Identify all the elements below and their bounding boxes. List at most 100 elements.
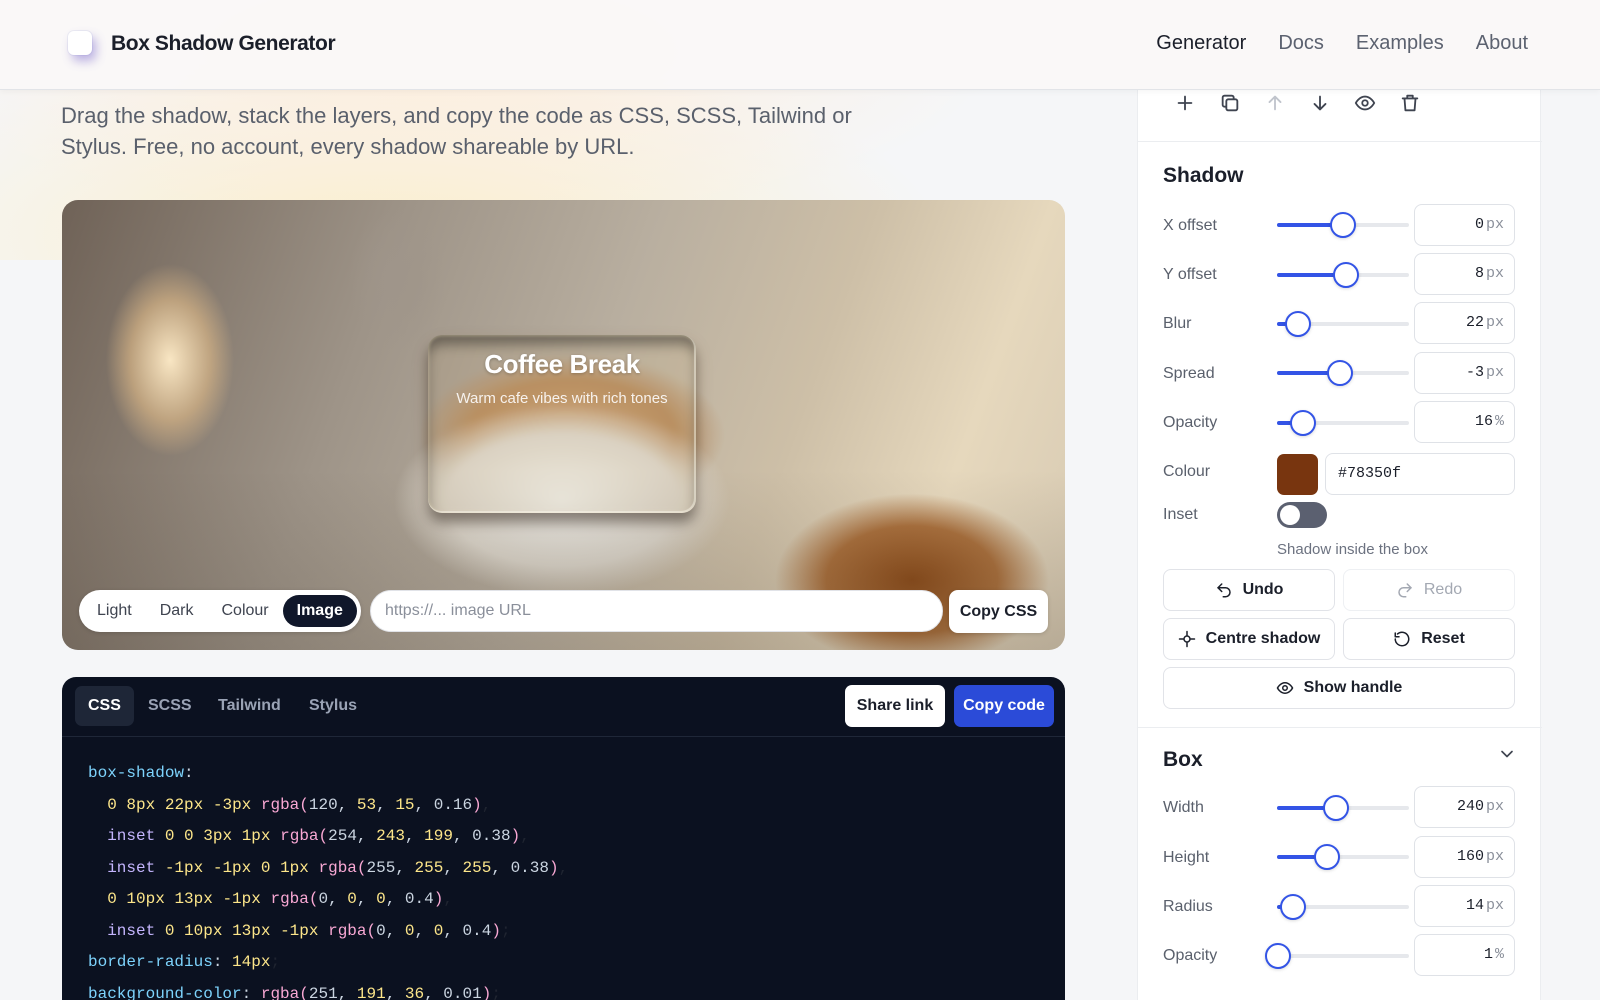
- preview-stage[interactable]: Coffee Break Warm cafe vibes with rich t…: [62, 200, 1065, 650]
- slider-thumb[interactable]: [1327, 360, 1354, 386]
- spread-slider[interactable]: [1277, 360, 1409, 386]
- arrow-up-icon[interactable]: [1264, 92, 1288, 116]
- colour-label: Colour: [1163, 463, 1211, 480]
- y-offset-slider[interactable]: [1277, 262, 1409, 288]
- eye-icon: [1276, 681, 1293, 695]
- slider-thumb[interactable]: [1265, 943, 1292, 969]
- tab-stylus[interactable]: Stylus: [296, 686, 370, 726]
- nav-docs[interactable]: Docs: [1278, 32, 1324, 55]
- width-label: Width: [1163, 799, 1204, 816]
- arrow-down-icon[interactable]: [1309, 92, 1333, 116]
- redo-button[interactable]: Redo: [1343, 569, 1515, 611]
- box-opacity-label: Opacity: [1163, 947, 1218, 964]
- page-tagline: Drag the shadow, stack the layers, and c…: [61, 103, 852, 159]
- tab-tailwind[interactable]: Tailwind: [205, 686, 294, 726]
- width-input[interactable]: 240 px: [1414, 786, 1515, 828]
- blur-slider[interactable]: [1277, 311, 1409, 337]
- width-slider[interactable]: [1277, 795, 1409, 821]
- redo-icon: [1398, 583, 1412, 598]
- crosshair-icon: [1178, 630, 1195, 648]
- colour-swatch[interactable]: [1277, 454, 1318, 495]
- radius-input[interactable]: 14 px: [1414, 885, 1515, 927]
- inset-toggle[interactable]: [1277, 502, 1327, 528]
- shadow-opacity-label: Opacity: [1163, 414, 1218, 431]
- height-label: Height: [1163, 849, 1210, 866]
- settings-panel: Shadow X offset 0 px Y offset 8 px Blur 22…: [1137, 90, 1542, 1000]
- blur-input[interactable]: 22 px: [1414, 302, 1515, 344]
- radius-slider[interactable]: [1277, 894, 1409, 920]
- trash-icon[interactable]: [1399, 92, 1423, 116]
- code-line: inset -1px -1px 0 1px rgba(255, 255, 255…: [107, 858, 569, 877]
- preview-card-title: Coffee Break: [484, 349, 640, 379]
- slider-thumb[interactable]: [1323, 795, 1350, 821]
- bg-mode-image[interactable]: Image: [282, 595, 357, 627]
- undo-label: Undo: [1242, 581, 1284, 598]
- box-opacity-slider[interactable]: [1265, 943, 1409, 969]
- redo-label: Redo: [1423, 581, 1463, 598]
- copy-css-button[interactable]: Copy CSS: [949, 590, 1048, 633]
- height-input[interactable]: 160 px: [1414, 836, 1515, 878]
- reset-icon: [1394, 631, 1410, 647]
- radius-label: Radius: [1163, 898, 1213, 915]
- code-line: 0 10px 13px -1px rgba(0, 0, 0, 0.4),: [107, 890, 453, 908]
- inset-label: Inset: [1163, 506, 1198, 523]
- tab-css[interactable]: CSS: [75, 686, 134, 726]
- bg-mode-dark[interactable]: Dark: [146, 595, 208, 627]
- slider-thumb[interactable]: [1290, 410, 1317, 436]
- shadow-opacity-slider[interactable]: [1277, 410, 1409, 436]
- preview-card-subtitle: Warm cafe vibes with rich tones: [456, 390, 668, 407]
- centre-shadow-label: Centre shadow: [1205, 630, 1321, 647]
- height-slider[interactable]: [1277, 844, 1409, 870]
- centre-shadow-button[interactable]: Centre shadow: [1163, 618, 1335, 660]
- undo-icon: [1216, 583, 1231, 598]
- copy-code-button[interactable]: Copy code: [954, 685, 1054, 727]
- brand-title[interactable]: Box Shadow Generator: [111, 32, 336, 56]
- code-line: border-radius: 14px;: [88, 953, 281, 971]
- slider-thumb[interactable]: [1279, 894, 1306, 920]
- reset-button[interactable]: Reset: [1343, 618, 1515, 660]
- image-url-input[interactable]: [370, 590, 943, 632]
- x-offset-input[interactable]: 0 px: [1414, 204, 1515, 246]
- bg-mode-light[interactable]: Light: [83, 595, 146, 627]
- y-offset-input[interactable]: 8 px: [1414, 253, 1515, 295]
- slider-thumb[interactable]: [1314, 844, 1341, 870]
- shadow-section-title: Shadow: [1163, 164, 1244, 187]
- section-divider: [1138, 727, 1542, 728]
- top-header: Box Shadow Generator Generator Docs Exam…: [0, 0, 1600, 90]
- box-section-title[interactable]: Box: [1163, 748, 1203, 772]
- box-opacity-input[interactable]: 1%: [1414, 934, 1515, 976]
- code-output[interactable]: box-shadow: 0 8px 22px -3px rgba(120, 53…: [62, 737, 1065, 1000]
- x-offset-slider[interactable]: [1277, 212, 1409, 238]
- show-handle-button[interactable]: Show handle: [1163, 667, 1515, 709]
- inset-hint: Shadow inside the box: [1277, 541, 1428, 558]
- preview-box[interactable]: Coffee Break Warm cafe vibes with rich t…: [428, 335, 696, 513]
- code-line: box-shadow:: [88, 764, 194, 782]
- tab-scss[interactable]: SCSS: [135, 686, 205, 726]
- chevron-down-icon[interactable]: [1497, 744, 1517, 764]
- logo-icon[interactable]: [68, 31, 92, 55]
- slider-thumb[interactable]: [1330, 212, 1356, 238]
- eye-icon[interactable]: [1354, 92, 1378, 116]
- nav-about[interactable]: About: [1476, 32, 1528, 55]
- main-nav: Generator Docs Examples About: [1156, 32, 1528, 55]
- nav-generator[interactable]: Generator: [1156, 32, 1246, 55]
- nav-examples[interactable]: Examples: [1356, 32, 1444, 55]
- share-link-button[interactable]: Share link: [845, 685, 945, 727]
- slider-thumb[interactable]: [1285, 311, 1312, 337]
- duplicate-icon[interactable]: [1219, 92, 1243, 116]
- spread-input[interactable]: -3 px: [1414, 352, 1515, 394]
- code-panel: CSS SCSS Tailwind Stylus Share link Copy…: [62, 677, 1065, 1000]
- plus-icon[interactable]: [1174, 92, 1198, 116]
- undo-button[interactable]: Undo: [1163, 569, 1335, 611]
- spread-label: Spread: [1163, 365, 1215, 382]
- shadow-opacity-input[interactable]: 16%: [1414, 401, 1515, 443]
- code-line: inset 0 0 3px 1px rgba(254, 243, 199, 0.…: [107, 827, 530, 845]
- code-line: background-color: rgba(251, 191, 36, 0.0…: [88, 984, 501, 1000]
- bg-mode-colour[interactable]: Colour: [207, 595, 282, 627]
- blur-label: Blur: [1163, 315, 1192, 332]
- colour-hex-input[interactable]: #78350f: [1325, 453, 1515, 495]
- toggle-knob: [1280, 505, 1300, 525]
- y-offset-label: Y offset: [1163, 266, 1217, 283]
- reset-label: Reset: [1421, 630, 1465, 647]
- slider-thumb[interactable]: [1332, 262, 1359, 288]
